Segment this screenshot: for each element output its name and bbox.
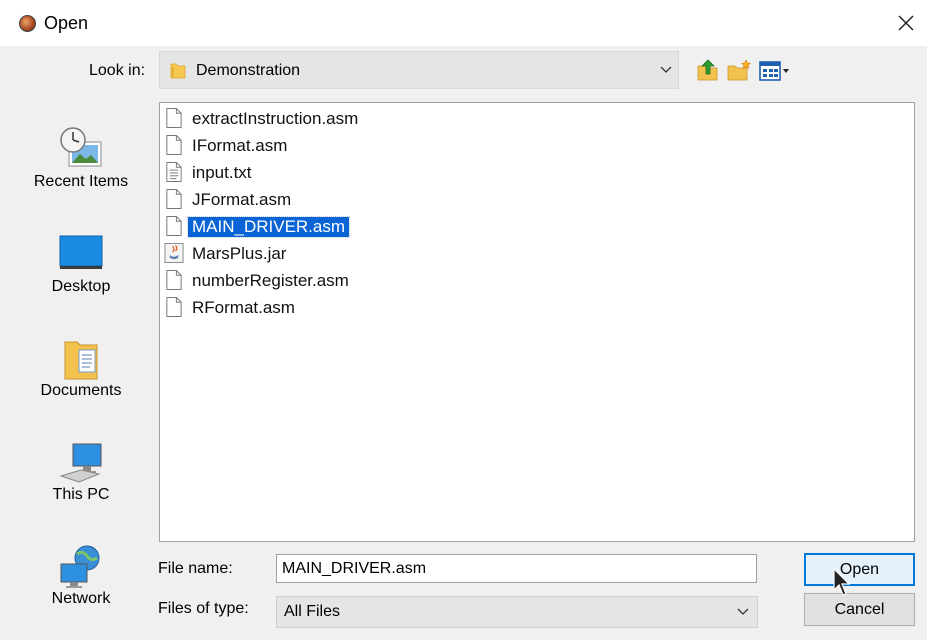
close-icon bbox=[898, 15, 914, 31]
file-type-dropdown[interactable] bbox=[276, 596, 758, 628]
file-name: MarsPlus.jar bbox=[192, 244, 287, 263]
view-menu-button[interactable] bbox=[758, 58, 794, 84]
chevron-down-icon bbox=[737, 608, 749, 615]
folder-icon bbox=[170, 63, 186, 79]
documents-icon bbox=[64, 341, 98, 380]
file-icon bbox=[166, 216, 182, 236]
file-icon bbox=[166, 135, 182, 155]
file-icon bbox=[166, 297, 182, 317]
look-in-label: Look in: bbox=[89, 62, 146, 79]
place-label: Recent Items bbox=[33, 173, 129, 190]
place-desktop[interactable]: Desktop bbox=[7, 232, 155, 332]
title-bar: Open bbox=[0, 0, 927, 46]
file-name-input[interactable] bbox=[276, 554, 757, 583]
file-icon bbox=[166, 189, 182, 209]
open-button[interactable]: Open bbox=[804, 553, 915, 586]
place-recent-items[interactable]: Recent Items bbox=[7, 124, 155, 224]
up-one-level-button[interactable] bbox=[695, 57, 721, 83]
recent-items-icon bbox=[60, 127, 102, 167]
up-folder-icon bbox=[697, 59, 718, 81]
new-folder-button[interactable] bbox=[726, 58, 752, 84]
file-name: extractInstruction.asm bbox=[192, 109, 359, 128]
file-type-value: All Files bbox=[284, 603, 341, 620]
place-documents[interactable]: Documents bbox=[7, 336, 155, 436]
view-list-icon bbox=[759, 61, 789, 81]
this-pc-icon bbox=[59, 443, 102, 483]
file-icon bbox=[166, 108, 182, 128]
network-icon bbox=[60, 545, 100, 588]
file-name: JFormat.asm bbox=[192, 190, 292, 209]
place-label: Network bbox=[51, 590, 111, 607]
file-type-label: Files of type: bbox=[158, 600, 249, 617]
close-button[interactable] bbox=[888, 6, 922, 40]
file-name-label: File name: bbox=[158, 560, 233, 577]
text-file-icon bbox=[166, 162, 182, 182]
file-list[interactable]: extractInstruction.asm IFormat.asm input.t… bbox=[159, 102, 915, 542]
desktop-icon bbox=[59, 235, 103, 269]
chevron-down-icon bbox=[660, 66, 672, 73]
look-in-value: Demonstration bbox=[196, 62, 301, 79]
app-icon bbox=[19, 15, 36, 32]
place-label: This PC bbox=[52, 486, 110, 503]
file-name: IFormat.asm bbox=[192, 136, 288, 155]
place-network[interactable]: Network bbox=[7, 544, 155, 644]
places-bar: Recent Items Desktop Documents This PC N… bbox=[7, 102, 146, 632]
place-label: Documents bbox=[40, 382, 122, 399]
new-folder-icon bbox=[727, 59, 752, 81]
place-label: Desktop bbox=[51, 278, 111, 295]
place-this-pc[interactable]: This PC bbox=[7, 440, 155, 540]
mouse-cursor-icon bbox=[833, 568, 851, 596]
cancel-button[interactable]: Cancel bbox=[804, 593, 915, 626]
file-icon bbox=[166, 270, 182, 290]
file-name: MAIN_DRIVER.asm bbox=[186, 216, 351, 238]
file-name: RFormat.asm bbox=[192, 298, 295, 317]
file-name: input.txt bbox=[192, 163, 252, 182]
jar-file-icon bbox=[164, 243, 184, 263]
file-name: numberRegister.asm bbox=[192, 271, 349, 290]
window-title: Open bbox=[44, 13, 89, 33]
